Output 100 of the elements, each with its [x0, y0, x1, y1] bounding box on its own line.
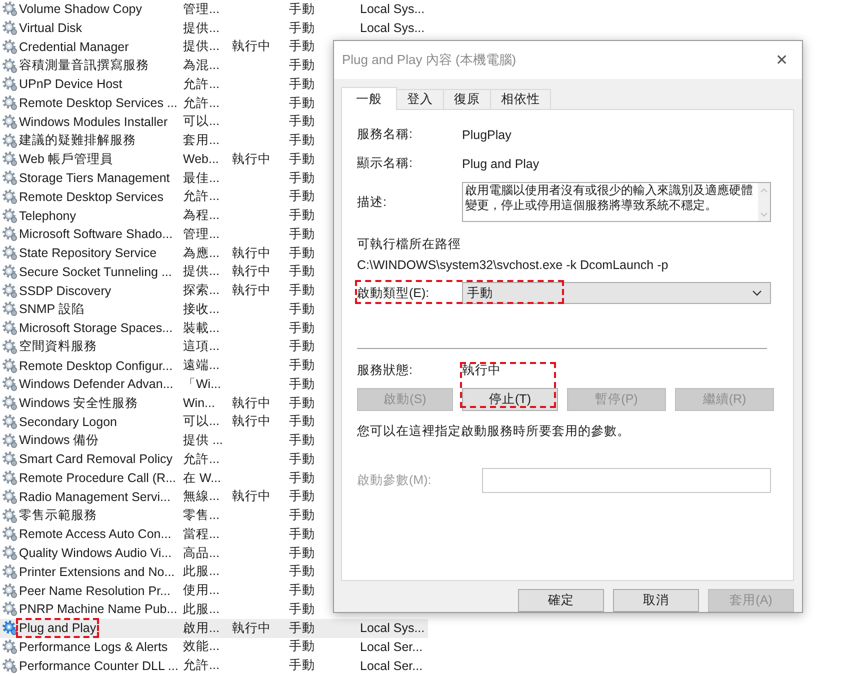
startup-type: 手動 — [289, 58, 315, 72]
service-status: 執行中 — [232, 620, 271, 635]
chevron-down-icon — [752, 290, 762, 296]
service-name: Windows Modules Installer — [19, 114, 168, 129]
service-name: SNMP 設陷 — [19, 302, 84, 316]
service-row[interactable]: Radio Management Servi... 無線... 執行中 手動 — [0, 488, 428, 506]
service-row[interactable]: Peer Name Resolution Pr... 使用... 手動 — [0, 581, 428, 600]
log-on-as: Local Sys... — [360, 21, 425, 36]
service-description: 管理... — [183, 2, 220, 16]
service-row[interactable]: Microsoft Storage Spaces... 裝載... 手動 — [0, 318, 428, 338]
service-name: Printer Extensions and No... — [19, 564, 175, 579]
service-description: 使用... — [183, 583, 220, 598]
startup-type: 手動 — [289, 189, 315, 204]
startup-type: 手動 — [289, 20, 315, 35]
startup-type: 手動 — [289, 396, 315, 410]
service-name: Windows 安全性服務 — [19, 396, 138, 410]
service-row[interactable]: Performance Logs & Alerts 效能... 手動 Local Ser... — [0, 638, 428, 656]
service-row[interactable]: Virtual Disk 提供... 手動 Local Sys... — [0, 18, 428, 38]
startup-type: 手動 — [289, 564, 315, 578]
log-on-as: Local Ser... — [360, 640, 423, 654]
startup-type: 手動 — [289, 508, 315, 522]
startup-type: 手動 — [289, 246, 315, 260]
service-row[interactable]: Plug and Play 啟用... 執行中 手動 Local Sys... — [0, 618, 428, 638]
service-name: Peer Name Resolution Pr... — [19, 584, 170, 598]
service-status: 執行中 — [232, 489, 271, 504]
service-row[interactable]: PNRP Machine Name Pub... 此服... 手動 — [0, 600, 428, 619]
service-name: SSDP Discovery — [19, 284, 112, 298]
service-row[interactable]: Printer Extensions and No... 此服... 手動 — [0, 562, 428, 582]
service-description: 提供... — [183, 20, 220, 35]
scrollbar[interactable] — [758, 183, 770, 221]
service-description: 允許... — [183, 76, 220, 91]
service-description: 可以... — [183, 114, 220, 128]
service-name: 建議的疑難排解服務 — [19, 133, 136, 148]
service-description: 可以... — [183, 414, 220, 428]
service-description: 為程... — [183, 208, 220, 222]
service-name: Telephony — [19, 208, 76, 223]
service-status: 執行中 — [232, 264, 271, 278]
service-description: 允許... — [183, 189, 220, 204]
startup-type: 手動 — [289, 226, 315, 241]
log-on-as: Local Sys... — [360, 621, 425, 636]
service-description: 最佳... — [183, 170, 220, 185]
startup-type: 手動 — [289, 414, 315, 428]
startup-type: 手動 — [289, 583, 315, 598]
hint-text: 您可以在這裡指定啟動服務時所要套用的參數。 — [357, 423, 631, 440]
service-status: 執行中 — [232, 246, 271, 260]
dialog-button[interactable]: 取消 — [613, 589, 699, 612]
service-description: 在 W... — [183, 470, 221, 485]
startup-type: 手動 — [289, 133, 315, 148]
service-name: PNRP Machine Name Pub... — [19, 602, 178, 616]
service-status: 執行中 — [232, 152, 271, 166]
service-row[interactable]: Remote Access Auto Con... 當程... 手動 — [0, 525, 428, 544]
startup-type: 手動 — [289, 76, 315, 91]
startup-type: 手動 — [289, 339, 315, 354]
service-row[interactable]: 零售示範服務 零售... 手動 — [0, 506, 428, 525]
startup-type: 手動 — [289, 208, 315, 222]
service-description: 接收... — [183, 302, 220, 316]
service-name: Windows Defender Advan... — [19, 377, 174, 392]
startup-type: 手動 — [289, 546, 315, 560]
dialog-button[interactable]: 確定 — [518, 589, 604, 612]
service-description: 高品... — [183, 546, 220, 560]
startup-type: 手動 — [289, 433, 315, 448]
service-status: 執行中 — [232, 396, 271, 410]
service-name: Remote Desktop Services — [19, 190, 164, 204]
service-name: Remote Desktop Configur... — [19, 358, 173, 373]
close-button[interactable]: ✕ — [762, 41, 802, 79]
service-name: Performance Counter DLL ... — [19, 658, 178, 673]
field-value: 執行中 — [462, 362, 501, 379]
service-name: Virtual Disk — [19, 21, 82, 36]
field-label: 描述: — [357, 194, 388, 210]
description-box[interactable]: 啟用電腦以使用者沒有或很少的輸入來識別及適應硬體變更，停止或停用這個服務將導致系統不穩定。 — [462, 182, 771, 222]
startup-type: 手動 — [289, 264, 315, 278]
service-description: Win... — [183, 396, 215, 410]
service-row[interactable]: SNMP 設陷 接收... 手動 — [0, 300, 428, 319]
service-row[interactable]: 空間資料服務 這項... 手動 — [0, 338, 428, 356]
service-status: 執行中 — [232, 39, 271, 54]
field-value: C:\WINDOWS\system32\svchost.exe -k DcomLaunch -p — [357, 258, 670, 272]
service-row[interactable]: Quality Windows Audio Vi... 高品... 手動 — [0, 544, 428, 562]
startup-type: 手動 — [289, 452, 315, 466]
service-description: 遠端... — [183, 358, 220, 372]
service-description: 探索... — [183, 283, 220, 298]
service-description: 提供 ... — [183, 433, 223, 448]
service-description: 為應... — [183, 246, 220, 260]
field-label: 啟動類型(E): — [357, 284, 430, 302]
service-row[interactable]: Volume Shadow Copy 管理... 手動 Local Sys... — [0, 0, 428, 19]
service-name: Smart Card Removal Policy — [19, 452, 173, 466]
tab[interactable]: 相依性 — [490, 89, 551, 109]
startup-type-dropdown[interactable]: 手動 — [462, 282, 771, 304]
startup-type: 手動 — [289, 470, 315, 485]
service-row[interactable]: Performance Counter DLL ... 允許... 手動 Local Ser... — [0, 656, 428, 675]
window-title: Plug and Play 內容 (本機電腦) — [342, 51, 516, 69]
service-name: Plug and Play — [19, 621, 96, 636]
startup-type: 手動 — [289, 302, 315, 316]
service-button[interactable]: 停止(T) — [462, 388, 558, 411]
startup-type: 手動 — [289, 639, 315, 654]
service-status: 執行中 — [232, 414, 271, 428]
service-description: 允許... — [183, 96, 220, 110]
tab[interactable]: 一般 — [341, 87, 397, 110]
service-row[interactable]: Smart Card Removal Policy 允許... 手動 — [0, 450, 428, 469]
startup-type: 手動 — [289, 489, 315, 504]
service-name: Volume Shadow Copy — [19, 2, 142, 16]
